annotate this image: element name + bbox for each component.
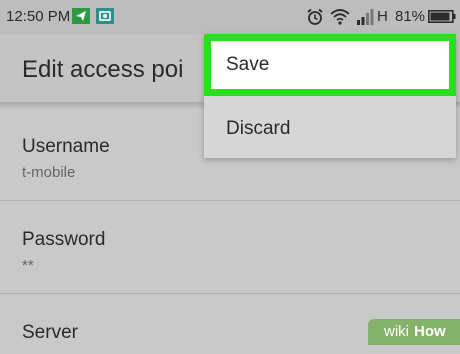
discard-menu-item[interactable]: Discard (204, 100, 456, 162)
navigation-icon (72, 8, 90, 29)
pref-title: Server (22, 322, 78, 343)
pref-summary: t-mobile (22, 164, 76, 181)
overflow-menu: Save Discard (204, 34, 456, 158)
pref-title: Username (22, 136, 110, 157)
pref-summary: ** (22, 257, 34, 274)
discard-label: Discard (226, 118, 291, 139)
network-type-label: H (377, 8, 388, 25)
save-menu-item[interactable]: Save (204, 34, 456, 96)
status-time: 12:50 PM (6, 8, 71, 25)
wikihow-watermark: wiki How (368, 319, 460, 345)
alarm-icon (306, 8, 324, 31)
pref-item-password[interactable]: Password ** (0, 201, 460, 294)
signal-icon (356, 8, 374, 30)
save-label: Save (226, 54, 270, 75)
watermark-how: How (414, 323, 446, 340)
watermark-wiki: wiki (384, 323, 409, 340)
pref-title: Password (22, 229, 106, 250)
status-bar: 12:50 PM H 81% (0, 0, 460, 34)
battery-percent: 81% (395, 8, 426, 25)
wifi-icon (330, 8, 350, 30)
page-title: Edit access poi (22, 56, 184, 83)
screenshot-icon (96, 8, 114, 29)
battery-icon (428, 10, 456, 28)
